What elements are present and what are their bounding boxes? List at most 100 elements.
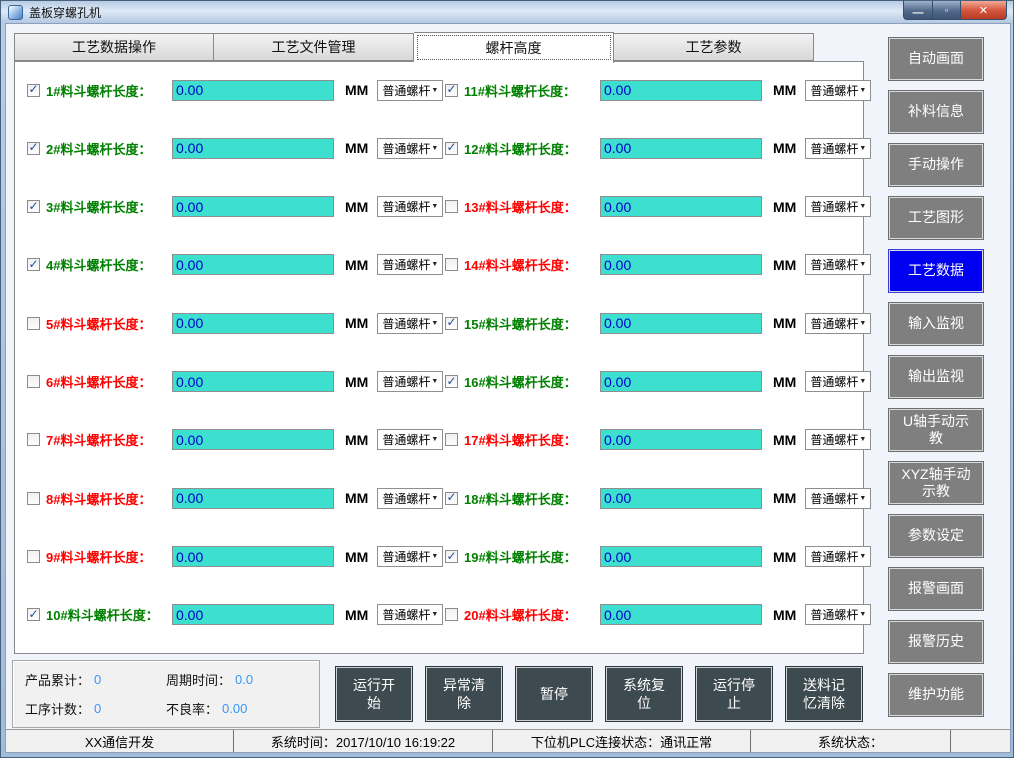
sidebar-nav-button[interactable]: U轴手动示 教 bbox=[888, 408, 984, 452]
screw-type-select[interactable]: 普通螺杆 ▼ bbox=[377, 604, 443, 625]
unit-label: MM bbox=[345, 82, 368, 98]
screw-type-select[interactable]: 普通螺杆 ▼ bbox=[805, 138, 871, 159]
sidebar-nav-button[interactable]: 维护功能 bbox=[888, 673, 984, 717]
sidebar-button-label: 工艺图形 bbox=[908, 209, 964, 227]
row-checkbox[interactable]: ✓ bbox=[27, 84, 40, 97]
screw-type-select[interactable]: 普通螺杆 ▼ bbox=[805, 604, 871, 625]
row-checkbox[interactable]: ✓ bbox=[445, 84, 458, 97]
screw-type-value: 普通螺杆 bbox=[382, 140, 430, 157]
sidebar-nav-button[interactable]: 补料信息 bbox=[888, 90, 984, 134]
screw-type-select[interactable]: 普通螺杆 ▼ bbox=[805, 488, 871, 509]
length-input[interactable] bbox=[172, 313, 334, 334]
machine-control-button[interactable]: 运行停 止 bbox=[695, 666, 773, 722]
row-checkbox[interactable] bbox=[445, 608, 458, 621]
stat-process-count: 工序计数： 0 bbox=[25, 699, 166, 718]
screw-type-select[interactable]: 普通螺杆 ▼ bbox=[805, 371, 871, 392]
screw-type-select[interactable]: 普通螺杆 ▼ bbox=[377, 371, 443, 392]
length-input[interactable] bbox=[600, 604, 762, 625]
length-input[interactable] bbox=[600, 80, 762, 101]
sidebar-nav-button[interactable]: 报警画面 bbox=[888, 567, 984, 611]
sidebar-nav-button[interactable]: 自动画面 bbox=[888, 37, 984, 81]
screw-type-value: 普通螺杆 bbox=[382, 373, 430, 390]
tab[interactable]: 螺杆高度 bbox=[414, 32, 614, 63]
length-input[interactable] bbox=[172, 429, 334, 450]
length-input[interactable] bbox=[172, 254, 334, 275]
tab[interactable]: 工艺参数 bbox=[614, 33, 814, 61]
screw-type-select[interactable]: 普通螺杆 ▼ bbox=[377, 254, 443, 275]
screw-type-select[interactable]: 普通螺杆 ▼ bbox=[805, 80, 871, 101]
sidebar-nav-button[interactable]: XYZ轴手动 示教 bbox=[888, 461, 984, 505]
titlebar[interactable]: 盖板穿螺孔机 — ▫ ✕ bbox=[1, 1, 1013, 23]
length-input[interactable] bbox=[600, 254, 762, 275]
statusbar-segment: 系统状态： bbox=[751, 730, 951, 752]
screw-type-select[interactable]: 普通螺杆 ▼ bbox=[805, 254, 871, 275]
row-checkbox[interactable] bbox=[27, 550, 40, 563]
sidebar-nav-button[interactable]: 参数设定 bbox=[888, 514, 984, 558]
length-input[interactable] bbox=[172, 80, 334, 101]
close-button[interactable]: ✕ bbox=[960, 1, 1007, 20]
length-input[interactable] bbox=[172, 138, 334, 159]
screw-type-value: 普通螺杆 bbox=[810, 82, 858, 99]
length-input[interactable] bbox=[600, 371, 762, 392]
screw-type-select[interactable]: 普通螺杆 ▼ bbox=[805, 546, 871, 567]
chevron-down-icon: ▼ bbox=[431, 87, 438, 94]
row-checkbox[interactable]: ✓ bbox=[445, 492, 458, 505]
length-input[interactable] bbox=[172, 546, 334, 567]
row-checkbox[interactable] bbox=[27, 492, 40, 505]
screw-type-select[interactable]: 普通螺杆 ▼ bbox=[805, 196, 871, 217]
chevron-down-icon: ▼ bbox=[431, 145, 438, 152]
length-input[interactable] bbox=[600, 138, 762, 159]
row-checkbox[interactable]: ✓ bbox=[445, 375, 458, 388]
length-input[interactable] bbox=[600, 488, 762, 509]
row-checkbox[interactable]: ✓ bbox=[27, 608, 40, 621]
row-checkbox[interactable] bbox=[445, 258, 458, 271]
screw-type-select[interactable]: 普通螺杆 ▼ bbox=[805, 313, 871, 334]
length-input[interactable] bbox=[172, 604, 334, 625]
length-input[interactable] bbox=[172, 488, 334, 509]
machine-control-button[interactable]: 暂停 bbox=[515, 666, 593, 722]
screw-type-select[interactable]: 普通螺杆 ▼ bbox=[377, 313, 443, 334]
screw-type-select[interactable]: 普通螺杆 ▼ bbox=[377, 546, 443, 567]
check-icon: ✓ bbox=[28, 200, 38, 212]
row-checkbox[interactable]: ✓ bbox=[445, 142, 458, 155]
machine-control-button[interactable]: 异常清 除 bbox=[425, 666, 503, 722]
row-checkbox[interactable] bbox=[27, 375, 40, 388]
screw-height-panel: ✓ 1#料斗螺杆长度： MM 普通螺杆 ▼ ✓ 2#料斗螺杆长度： MM 普通螺… bbox=[14, 61, 864, 654]
tab[interactable]: 工艺文件管理 bbox=[214, 33, 414, 61]
sidebar-nav-button[interactable]: 输出监视 bbox=[888, 355, 984, 399]
screw-type-select[interactable]: 普通螺杆 ▼ bbox=[377, 138, 443, 159]
row-checkbox[interactable] bbox=[27, 317, 40, 330]
screw-type-select[interactable]: 普通螺杆 ▼ bbox=[377, 196, 443, 217]
row-checkbox[interactable]: ✓ bbox=[445, 317, 458, 330]
maximize-button[interactable]: ▫ bbox=[933, 1, 960, 20]
sidebar-nav-button[interactable]: 手动操作 bbox=[888, 143, 984, 187]
sidebar-nav-button[interactable]: 工艺数据 bbox=[888, 249, 984, 293]
length-input[interactable] bbox=[600, 546, 762, 567]
length-input[interactable] bbox=[172, 371, 334, 392]
length-input[interactable] bbox=[600, 429, 762, 450]
minimize-button[interactable]: — bbox=[903, 1, 933, 20]
row-checkbox[interactable]: ✓ bbox=[445, 550, 458, 563]
length-input[interactable] bbox=[172, 196, 334, 217]
machine-control-button[interactable]: 运行开 始 bbox=[335, 666, 413, 722]
row-checkbox[interactable]: ✓ bbox=[27, 258, 40, 271]
row-checkbox[interactable]: ✓ bbox=[27, 142, 40, 155]
sidebar-nav-button[interactable]: 工艺图形 bbox=[888, 196, 984, 240]
screw-type-select[interactable]: 普通螺杆 ▼ bbox=[377, 429, 443, 450]
control-button-label: 系统复 位 bbox=[623, 676, 665, 712]
sidebar-nav-button[interactable]: 输入监视 bbox=[888, 302, 984, 346]
machine-control-button[interactable]: 送料记 忆清除 bbox=[785, 666, 863, 722]
row-checkbox[interactable] bbox=[445, 200, 458, 213]
length-input[interactable] bbox=[600, 196, 762, 217]
stat-label: 周期时间： bbox=[166, 670, 231, 689]
sidebar-nav-button[interactable]: 报警历史 bbox=[888, 620, 984, 664]
row-checkbox[interactable]: ✓ bbox=[27, 200, 40, 213]
screw-type-select[interactable]: 普通螺杆 ▼ bbox=[805, 429, 871, 450]
row-checkbox[interactable] bbox=[27, 433, 40, 446]
length-input[interactable] bbox=[600, 313, 762, 334]
machine-control-button[interactable]: 系统复 位 bbox=[605, 666, 683, 722]
tab[interactable]: 工艺数据操作 bbox=[14, 33, 214, 61]
row-checkbox[interactable] bbox=[445, 433, 458, 446]
screw-type-select[interactable]: 普通螺杆 ▼ bbox=[377, 488, 443, 509]
screw-type-select[interactable]: 普通螺杆 ▼ bbox=[377, 80, 443, 101]
